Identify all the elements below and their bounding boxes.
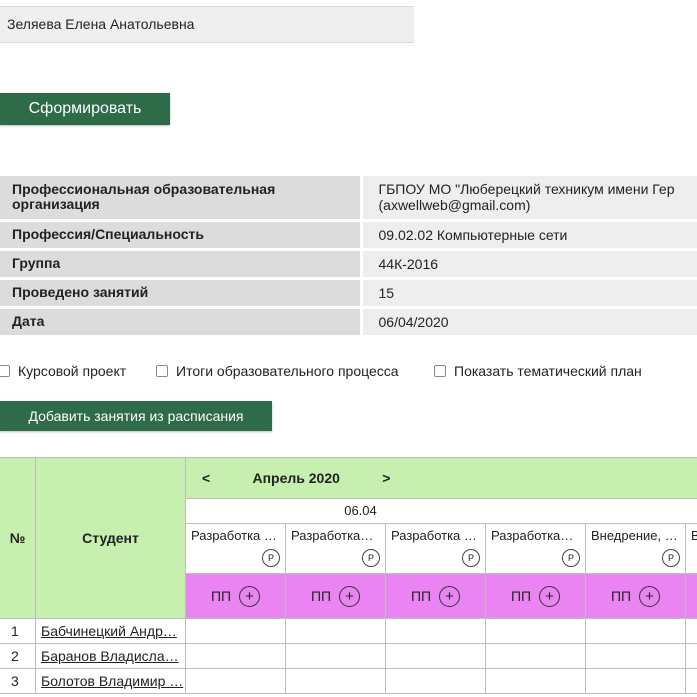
info-table: Профессиональная образовательная организ…	[0, 176, 697, 338]
student-column-header: Студент	[36, 457, 186, 619]
lesson-date: 06.04	[186, 499, 697, 524]
lesson-badge[interactable]: Р	[462, 549, 480, 567]
mark-cell[interactable]	[486, 644, 586, 669]
add-mark-button[interactable]: +	[439, 585, 461, 607]
lesson-header[interactable]: Разработка … Р	[386, 524, 486, 574]
lesson-title: Разработка …	[391, 528, 477, 543]
lesson-title: Разработка …	[191, 528, 277, 543]
mark-cell[interactable]	[286, 619, 386, 644]
thematic-plan-checkbox[interactable]	[434, 365, 446, 377]
student-link[interactable]: Баранов Владисла…	[41, 648, 179, 664]
lesson-type-label: ПП	[510, 588, 532, 604]
lesson-header[interactable]: Разработка… Р	[486, 524, 586, 574]
process-results-checkbox[interactable]	[156, 365, 168, 377]
mark-cell[interactable]	[586, 644, 686, 669]
mark-cell[interactable]	[686, 619, 697, 644]
generate-button[interactable]: Сформировать	[0, 93, 170, 125]
info-value-lessons-count: 15	[361, 278, 697, 309]
lesson-badge[interactable]: Р	[562, 549, 580, 567]
coursework-option[interactable]: Курсовой проект	[0, 363, 126, 379]
thematic-plan-option[interactable]: Показать тематический план	[434, 363, 642, 379]
coursework-label: Курсовой проект	[18, 363, 127, 379]
lesson-type-label: ПП	[310, 588, 332, 604]
lesson-type-label: ПП	[410, 588, 432, 604]
lesson-header[interactable]: Внедрение, … Р	[586, 524, 686, 574]
lesson-type-cell	[686, 574, 697, 619]
lesson-badge[interactable]: Р	[662, 549, 680, 567]
mark-cell[interactable]	[386, 669, 486, 694]
lesson-header[interactable]: Разработка … Р	[186, 524, 286, 574]
lesson-title: Внедрение, …	[591, 528, 678, 543]
info-label-date: Дата	[0, 307, 363, 338]
add-mark-button[interactable]: +	[539, 585, 561, 607]
add-mark-button[interactable]: +	[239, 585, 261, 607]
teacher-name[interactable]: Зеляева Елена Анатольевна	[0, 6, 414, 43]
mark-cell[interactable]	[286, 644, 386, 669]
student-name: Баранов Владисла…	[36, 644, 186, 669]
next-month-button[interactable]: >	[366, 470, 406, 486]
info-label-specialty: Профессия/Специальность	[0, 220, 363, 251]
mark-cell[interactable]	[186, 619, 286, 644]
mark-cell[interactable]	[686, 644, 697, 669]
student-link[interactable]: Болотов Владимир …	[41, 673, 183, 689]
add-mark-button[interactable]: +	[339, 585, 361, 607]
info-label-group: Группа	[0, 249, 363, 280]
month-navigation: < Апрель 2020 >	[186, 457, 697, 499]
prev-month-button[interactable]: <	[186, 470, 226, 486]
mark-cell[interactable]	[586, 669, 686, 694]
student-name: Бабчинецкий Андр…	[36, 619, 186, 644]
lesson-badge[interactable]: Р	[362, 549, 380, 567]
lesson-type-cell: ПП +	[386, 574, 486, 619]
mark-cell[interactable]	[186, 669, 286, 694]
mark-cell[interactable]	[386, 644, 486, 669]
mark-cell[interactable]	[386, 619, 486, 644]
lesson-title: В	[691, 528, 697, 543]
lesson-type-cell: ПП +	[486, 574, 586, 619]
month-title: Апрель 2020	[252, 470, 340, 486]
row-number: 2	[0, 644, 36, 669]
row-number: 1	[0, 619, 36, 644]
student-link[interactable]: Бабчинецкий Андр…	[41, 623, 177, 639]
lesson-badge[interactable]: Р	[262, 549, 280, 567]
process-results-option[interactable]: Итоги образовательного процесса	[156, 363, 399, 379]
journal-grid: № Студент < Апрель 2020 > 06.04 Разработ…	[0, 457, 697, 697]
info-value-specialty: 09.02.02 Компьютерные сети	[361, 220, 697, 251]
mark-cell[interactable]	[186, 644, 286, 669]
coursework-checkbox[interactable]	[0, 365, 10, 377]
thematic-plan-label: Показать тематический план	[454, 363, 642, 379]
info-label-organization: Профессиональная образовательная организ…	[0, 176, 363, 222]
info-label-lessons-count: Проведено занятий	[0, 278, 363, 309]
info-value-organization: ГБПОУ МО "Люберецкий техникум имени Гер …	[361, 176, 697, 222]
process-results-label: Итоги образовательного процесса	[176, 363, 399, 379]
mark-cell[interactable]	[286, 669, 386, 694]
number-column-header: №	[0, 457, 36, 619]
row-number: 3	[0, 669, 36, 694]
info-value-date: 06/04/2020	[361, 307, 697, 338]
lesson-header[interactable]: Разработка… Р	[286, 524, 386, 574]
add-lessons-button[interactable]: Добавить занятия из расписания	[0, 401, 272, 431]
lesson-type-cell: ПП +	[186, 574, 286, 619]
mark-cell[interactable]	[486, 619, 586, 644]
lesson-type-label: ПП	[210, 588, 232, 604]
mark-cell[interactable]	[486, 669, 586, 694]
lesson-title: Разработка…	[291, 528, 374, 543]
lesson-type-cell: ПП +	[286, 574, 386, 619]
mark-cell[interactable]	[686, 669, 697, 694]
lesson-type-label: ПП	[610, 588, 632, 604]
lesson-header[interactable]: В	[686, 524, 697, 574]
info-value-group: 44К-2016	[361, 249, 697, 280]
mark-cell[interactable]	[586, 619, 686, 644]
lesson-type-cell: ПП +	[586, 574, 686, 619]
lesson-title: Разработка…	[491, 528, 574, 543]
student-name: Болотов Владимир …	[36, 669, 186, 694]
add-mark-button[interactable]: +	[639, 585, 661, 607]
